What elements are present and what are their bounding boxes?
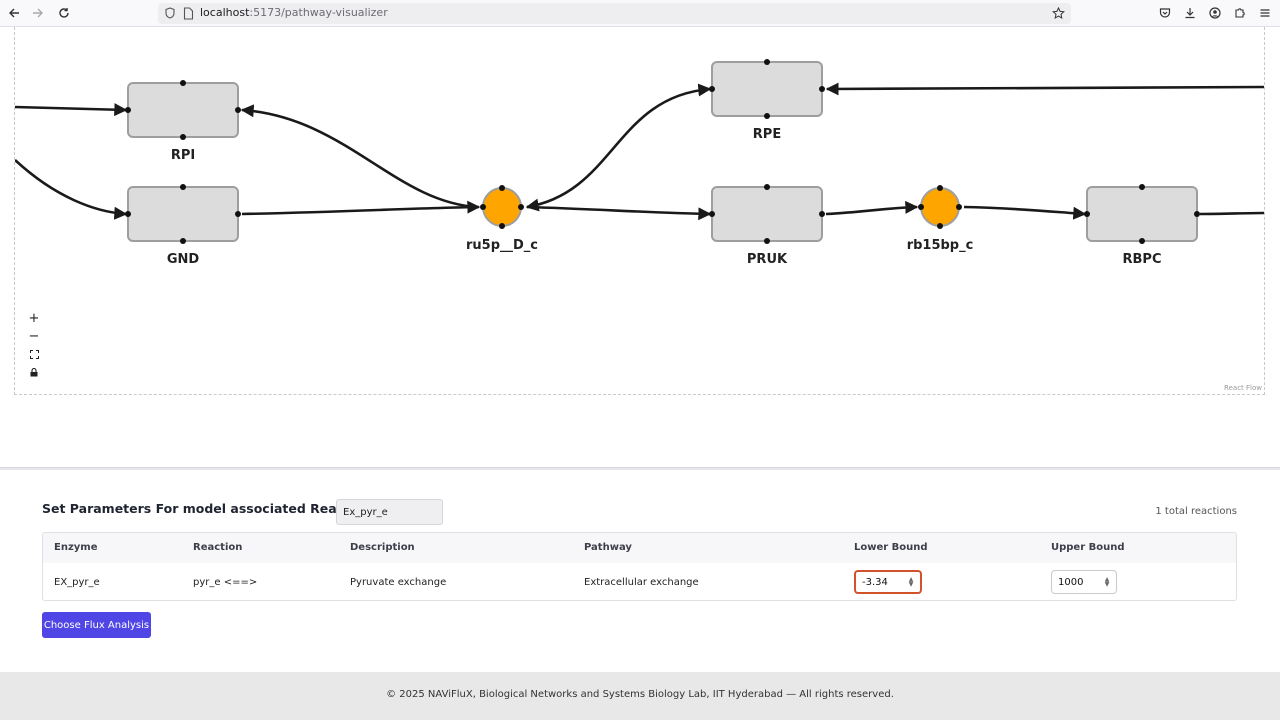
pathway-graph: RPI GND RPE PRUK RBPC ru5p__D_c rb15bp_c (15, 59, 1265, 267)
lock-button[interactable] (26, 363, 42, 381)
downloads-button[interactable] (1180, 4, 1200, 22)
reaction-node-gnd[interactable] (127, 186, 239, 242)
reaction-node-rpe[interactable] (711, 61, 823, 117)
back-button[interactable] (4, 4, 24, 22)
account-icon (1209, 7, 1221, 19)
fit-view-icon (29, 349, 39, 359)
arrow-right-icon (33, 8, 43, 18)
lock-icon (30, 367, 38, 376)
cell-enzyme: EX_pyr_e (54, 577, 100, 588)
url-bar[interactable]: localhost:5173/pathway-visualizer (158, 3, 1071, 24)
edge-pruk-rb15bp[interactable] (825, 200, 919, 216)
reaction-node-rbpc[interactable] (1086, 186, 1198, 242)
node-label-rpi: RPI (171, 148, 195, 163)
lower-bound-stepper[interactable]: ▲ ▼ (907, 577, 915, 588)
node-label-ru5p: ru5p__D_c (466, 238, 538, 253)
params-title: Set Parameters For model associated Reac… (42, 501, 380, 516)
footer: © 2025 NAViFluX, Biological Networks and… (0, 672, 1280, 720)
edge-ru5p-rpe[interactable] (525, 83, 712, 212)
footer-text: © 2025 NAViFluX, Biological Networks and… (386, 689, 894, 700)
node-label-rpe: RPE (753, 127, 781, 142)
url-path: :5173/pathway-visualizer (249, 6, 388, 19)
pocket-icon (1159, 8, 1171, 18)
total-reactions: 1 total reactions (1155, 506, 1237, 517)
node-label-rb15bp: rb15bp_c (907, 238, 974, 253)
url-text: localhost:5173/pathway-visualizer (200, 6, 388, 19)
metabolite-node-rb15bp[interactable] (920, 187, 960, 227)
browser-toolbar: localhost:5173/pathway-visualizer (0, 0, 1280, 27)
reaction-node-pruk[interactable] (711, 186, 823, 242)
edge-rb15bp-rbpc[interactable] (963, 205, 1087, 220)
col-enzyme: Enzyme (54, 542, 98, 553)
download-icon (1185, 8, 1195, 19)
col-reaction: Reaction (193, 542, 243, 553)
edge-incoming-rpe[interactable] (825, 82, 1265, 96)
reaction-node-rpi[interactable] (127, 82, 239, 138)
col-description: Description (350, 542, 415, 553)
account-button[interactable] (1205, 4, 1225, 22)
extensions-button[interactable] (1230, 4, 1250, 22)
section-divider (0, 467, 1280, 470)
page-info-icon[interactable] (181, 6, 195, 20)
cell-pathway: Extracellular exchange (584, 577, 699, 588)
node-label-pruk: PRUK (747, 252, 788, 267)
reactions-table: Enzyme Reaction Description Pathway Lowe… (42, 532, 1237, 601)
edge-incoming-rpi[interactable] (15, 103, 128, 117)
menu-button[interactable] (1255, 4, 1275, 22)
zoom-in-button[interactable]: + (26, 309, 42, 327)
shield-icon[interactable] (163, 6, 177, 20)
pocket-button[interactable] (1155, 4, 1175, 22)
choose-flux-analysis-button[interactable]: Choose Flux Analysis (42, 612, 151, 638)
metabolite-node-ru5p[interactable] (482, 187, 522, 227)
cell-reaction: pyr_e <==> (193, 577, 258, 588)
bookmark-star-icon[interactable] (1051, 6, 1065, 20)
edge-incoming-gnd[interactable] (15, 159, 128, 220)
edge-ru5p-rpi[interactable] (240, 104, 478, 209)
edge-gnd-ru5p[interactable] (241, 200, 481, 216)
url-host: localhost (200, 6, 250, 19)
hamburger-icon (1260, 9, 1270, 17)
puzzle-icon (1235, 8, 1245, 18)
pathway-canvas[interactable]: RPI GND RPE PRUK RBPC ru5p__D_c rb15bp_c… (14, 27, 1265, 395)
zoom-out-button[interactable]: − (26, 327, 42, 345)
reload-button[interactable] (54, 4, 74, 22)
edge-ru5p-pruk[interactable] (526, 205, 712, 221)
flow-controls: + − (26, 309, 42, 381)
node-label-rbpc: RBPC (1123, 252, 1162, 267)
edge-rbpc-outgoing[interactable] (1199, 211, 1265, 216)
col-upper-bound: Upper Bound (1051, 542, 1125, 553)
fit-view-button[interactable] (26, 345, 42, 363)
reload-icon (59, 8, 69, 18)
forward-button[interactable] (28, 4, 48, 22)
col-lower-bound: Lower Bound (854, 542, 928, 553)
reaction-filter-input[interactable] (336, 499, 443, 525)
node-label-gnd: GND (167, 252, 200, 267)
react-flow-attribution[interactable]: React Flow (1224, 384, 1262, 392)
col-pathway: Pathway (584, 542, 632, 553)
upper-bound-stepper[interactable]: ▲ ▼ (1103, 577, 1111, 588)
cell-description: Pyruvate exchange (350, 577, 447, 588)
arrow-left-icon (9, 8, 19, 18)
